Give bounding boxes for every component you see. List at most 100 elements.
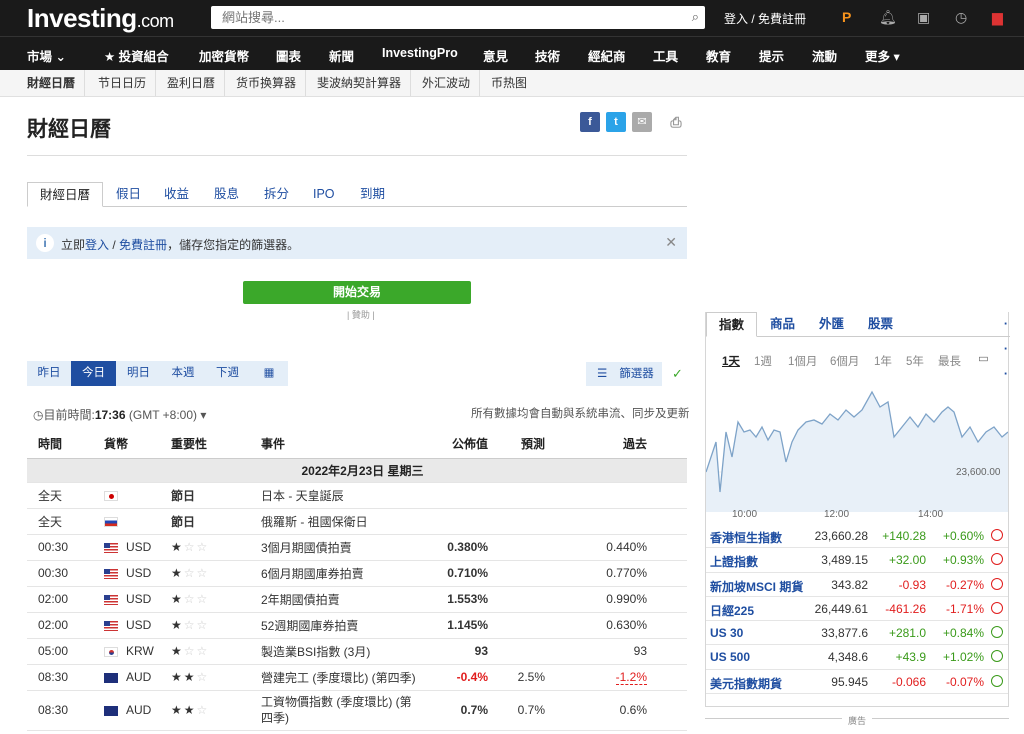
star-empty-icon: ☆	[196, 618, 210, 632]
table-row[interactable]: 08:30 AUD ★★☆ 工資物價指數 (季度環比) (第四季) 0.7% 0…	[27, 690, 687, 731]
tab-expiration[interactable]: 到期	[360, 182, 385, 207]
nav-technical[interactable]: 技術	[535, 46, 560, 65]
twitter-share-icon[interactable]: t	[606, 112, 626, 132]
tab-holidays[interactable]: 假日	[116, 182, 141, 207]
col-event[interactable]: 事件	[250, 430, 420, 459]
day-this-week-button[interactable]: 本週	[161, 361, 205, 386]
table-row[interactable]: 05:00 KRW ★☆☆ 製造業BSI指數 (3月) 93 93	[27, 638, 687, 665]
search-input[interactable]	[211, 6, 671, 29]
nav-crypto[interactable]: 加密貨幣	[199, 46, 249, 65]
search-box[interactable]: ⌕	[211, 6, 705, 29]
site-logo[interactable]: Investing.com	[27, 3, 174, 34]
timezone-dropdown-icon[interactable]: ▾	[200, 408, 206, 422]
table-row[interactable]: 02:00 USD ★☆☆ 2年期國債拍賣 1.553% 0.990%	[27, 586, 687, 613]
star-filled-icon: ★	[183, 703, 197, 717]
email-share-icon[interactable]: ✉	[632, 112, 652, 132]
tab-forex[interactable]: 外匯	[819, 312, 844, 337]
nav-more[interactable]: 更多 ▾	[865, 46, 900, 65]
tab-splits[interactable]: 拆分	[264, 182, 289, 207]
col-actual: 公佈值	[420, 430, 496, 459]
flag-us-icon	[104, 620, 118, 631]
tab-indices[interactable]: 指數	[706, 312, 758, 337]
flag-au-icon	[104, 705, 118, 716]
index-row[interactable]: US 30 33,877.6 +281.0 +0.84%	[706, 621, 1008, 646]
star-empty-icon: ☆	[196, 540, 210, 554]
col-currency: 貨幣	[93, 430, 160, 459]
period-max[interactable]: 最長	[938, 353, 961, 369]
start-trading-button[interactable]: 開始交易	[243, 281, 471, 304]
table-row[interactable]: 全天 節日 俄羅斯 - 祖國保衛日	[27, 508, 687, 535]
clock-icon[interactable]: ◷	[955, 9, 967, 26]
flag-au-icon	[104, 672, 118, 683]
period-5y[interactable]: 5年	[906, 353, 924, 369]
subnav-forex-volatility[interactable]: 外汇波动	[413, 70, 481, 96]
nav-investingpro[interactable]: InvestingPro	[382, 46, 458, 60]
market-closed-clock-icon	[991, 553, 1003, 566]
nav-education[interactable]: 教育	[706, 46, 731, 65]
subnav-earnings-calendar[interactable]: 盈利日曆	[158, 70, 226, 96]
tab-ipo[interactable]: IPO	[313, 182, 335, 207]
nav-news[interactable]: 新聞	[329, 46, 354, 65]
index-row[interactable]: 日經225 26,449.61 -461.26 -1.71%	[706, 597, 1008, 622]
nav-opinion[interactable]: 意見	[483, 46, 508, 65]
star-empty-icon: ☆	[183, 592, 197, 606]
info-register-link[interactable]: 免費註冊	[119, 238, 167, 252]
nav-tools[interactable]: 工具	[653, 46, 678, 65]
close-icon[interactable]: ✕	[665, 234, 677, 251]
table-row[interactable]: 全天 節日 日本 - 天皇誕辰	[27, 482, 687, 509]
index-row[interactable]: 美元指數期貨 95.945 -0.066 -0.07%	[706, 670, 1008, 695]
period-1d[interactable]: 1天	[722, 353, 740, 369]
table-header: 時間 貨幣 重要性 事件 公佈值 預測 過去	[27, 430, 687, 459]
nav-portfolio[interactable]: ★ 投資組合	[104, 46, 169, 65]
flag-us-icon	[104, 542, 118, 553]
index-row[interactable]: 上證指數 3,489.15 +32.00 +0.93%	[706, 548, 1008, 573]
table-row[interactable]: 08:30 AUD ★★☆ 營建完工 (季度環比) (第四季) -0.4% 2.…	[27, 664, 687, 691]
subnav-currency-converter[interactable]: 货币换算器	[227, 70, 307, 96]
tab-earnings[interactable]: 收益	[164, 182, 189, 207]
subnav-currency-heatmap[interactable]: 币热图	[482, 70, 536, 96]
col-previous: 過去	[571, 430, 687, 459]
period-1w[interactable]: 1週	[754, 353, 772, 369]
tab-dividends[interactable]: 股息	[214, 182, 239, 207]
index-row[interactable]: 新加坡MSCI 期貨 343.82 -0.93 -0.27%	[706, 573, 1008, 597]
facebook-share-icon[interactable]: f	[580, 112, 600, 132]
subnav-fibonacci-calculator[interactable]: 斐波納契計算器	[308, 70, 412, 96]
table-row[interactable]: 00:30 USD ★☆☆ 6個月期國庫券拍賣 0.710% 0.770%	[27, 560, 687, 587]
period-1m[interactable]: 1個月	[788, 353, 817, 369]
index-row[interactable]: 香港恒生指數 23,660.28 +140.28 +0.60%	[706, 524, 1008, 549]
tab-economic-calendar[interactable]: 財經日曆	[27, 182, 104, 207]
nav-alerts[interactable]: 提示	[759, 46, 784, 65]
index-row[interactable]: US 500 4,348.6 +43.9 +1.02%	[706, 645, 1008, 670]
subnav-holiday-calendar[interactable]: 节日日历	[89, 70, 157, 96]
chart-x-label: 10:00	[732, 509, 757, 520]
nav-charts[interactable]: 圖表	[276, 46, 301, 65]
period-6m[interactable]: 6個月	[830, 353, 859, 369]
nav-brokers[interactable]: 經紀商	[588, 46, 626, 65]
flag-hk-icon[interactable]: ▆	[992, 9, 1003, 26]
clock-small-icon: ◷	[33, 408, 44, 422]
table-row[interactable]: 02:00 USD ★☆☆ 52週期國庫券拍賣 1.145% 0.630%	[27, 612, 687, 639]
search-icon[interactable]: ⌕	[692, 9, 699, 25]
bell-icon[interactable]: 🔔︎	[879, 9, 897, 26]
day-yesterday-button[interactable]: 昨日	[27, 361, 71, 386]
info-login-link[interactable]: 登入	[85, 238, 109, 252]
day-today-button[interactable]: 今日	[71, 361, 116, 386]
expand-chart-icon[interactable]: ▭	[978, 351, 989, 365]
subnav-economic-calendar[interactable]: 財經日曆	[18, 70, 86, 96]
filter-button[interactable]: ☰ 篩選器	[586, 362, 662, 386]
nav-streaming[interactable]: 流動	[812, 46, 837, 65]
pro-icon[interactable]: P	[842, 9, 851, 25]
day-next-week-button[interactable]: 下週	[205, 361, 250, 386]
login-register-link[interactable]: 登入 / 免費註冊	[724, 10, 806, 27]
calendar-picker-icon[interactable]: ▦	[250, 361, 288, 386]
tab-commodities[interactable]: 商品	[770, 312, 795, 337]
period-1y[interactable]: 1年	[874, 353, 892, 369]
briefcase-icon[interactable]: ▣	[917, 9, 930, 26]
tab-stocks[interactable]: 股票	[868, 312, 893, 337]
print-icon[interactable]: ⎙	[666, 112, 686, 132]
more-options-icon[interactable]: · · ·	[1004, 312, 1008, 381]
nav-markets[interactable]: 市場 ⌄	[27, 46, 66, 65]
market-closed-clock-icon	[991, 529, 1003, 541]
day-tomorrow-button[interactable]: 明日	[116, 361, 161, 386]
table-row[interactable]: 00:30 USD ★☆☆ 3個月期國債拍賣 0.380% 0.440%	[27, 534, 687, 561]
